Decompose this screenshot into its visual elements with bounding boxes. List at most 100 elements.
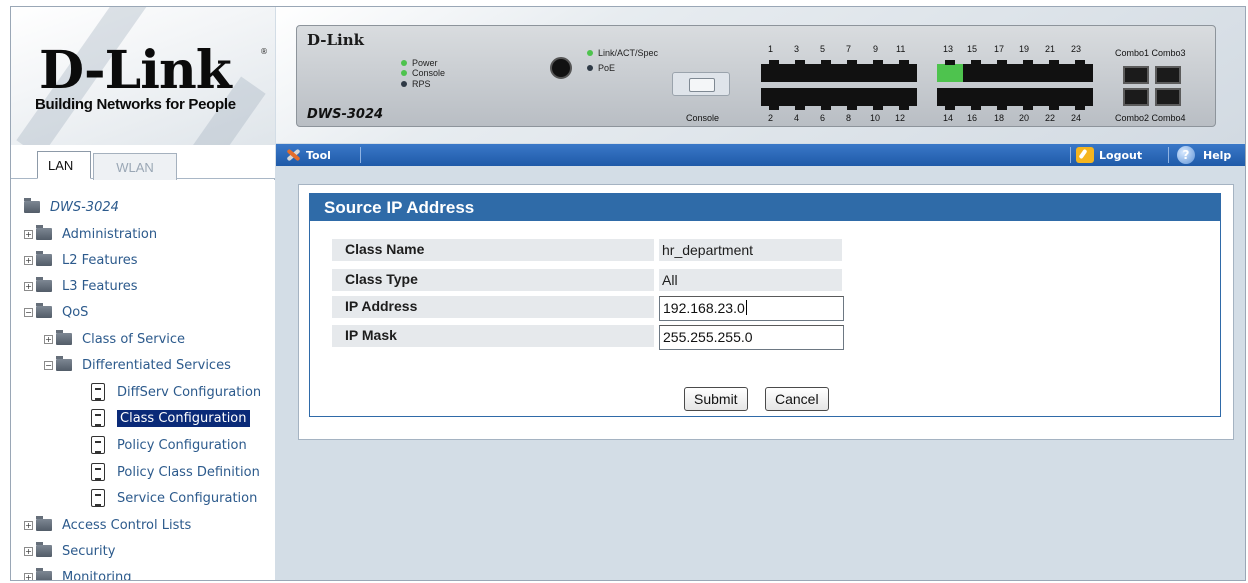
tree-label: Service Configuration [117, 490, 258, 506]
toolbar: Tool Logout ? Help [276, 144, 1245, 166]
port-number: 2 [768, 113, 774, 123]
help-button[interactable]: ? Help [1177, 144, 1231, 166]
led-console: Console [401, 68, 445, 78]
logout-label: Logout [1099, 148, 1143, 162]
ethernet-port-icon [963, 88, 989, 110]
device-image: D-Link DWS-3024 Power Console RPS Link/A… [276, 7, 1245, 143]
combo-port-icon [1155, 66, 1181, 84]
document-icon [91, 489, 105, 507]
collapse-icon[interactable]: − [44, 360, 53, 370]
port-number: 7 [846, 44, 852, 54]
console-port-icon [672, 72, 730, 96]
ip-mask-input[interactable]: 255.255.255.0 [659, 325, 844, 350]
port-number: 16 [967, 113, 978, 123]
app-window: D-Link ® Building Networks for People LA… [10, 6, 1246, 581]
tool-label: Tool [306, 148, 331, 162]
tree-root-label: DWS-3024 [50, 199, 119, 215]
nav-tree: DWS-3024 + Administration + L2 Features … [11, 180, 275, 581]
source-ip-panel: Source IP Address Class Name hr_departme… [298, 184, 1234, 440]
led-link: Link/ACT/Spec [587, 48, 658, 58]
class-name-label: Class Name [332, 239, 654, 261]
folder-open-icon [36, 303, 52, 318]
toolbar-divider [1070, 147, 1071, 163]
led-label: Power [412, 58, 438, 68]
tree-item-service-configuration[interactable]: Service Configuration [91, 485, 257, 511]
expand-icon[interactable]: + [24, 229, 33, 239]
tree-item-l3-features[interactable]: + L3 Features [24, 273, 138, 299]
tree-label: Administration [62, 226, 158, 242]
tree-label: Access Control Lists [62, 517, 192, 533]
led-dot [401, 60, 407, 66]
ip-address-input[interactable]: 192.168.23.0 [659, 296, 844, 321]
submit-button[interactable]: Submit [684, 387, 748, 411]
ethernet-port-icon [1067, 60, 1093, 82]
tree-label: QoS [62, 304, 89, 320]
ethernet-port-icon [989, 88, 1015, 110]
port-number: 21 [1045, 44, 1056, 54]
console-label: Console [686, 113, 720, 123]
main-pane: D-Link DWS-3024 Power Console RPS Link/A… [276, 7, 1245, 580]
help-label: Help [1203, 148, 1232, 162]
tree-item-security[interactable]: + Security [24, 538, 115, 564]
port-number: 19 [1019, 44, 1030, 54]
expand-icon[interactable]: + [24, 255, 33, 265]
expand-icon[interactable]: + [24, 546, 33, 556]
led-label: PoE [598, 63, 616, 73]
expand-icon[interactable]: + [24, 520, 33, 530]
tree-label: Class of Service [82, 331, 186, 347]
folder-icon [36, 568, 52, 580]
expand-icon[interactable]: + [24, 572, 33, 580]
port-number: 4 [794, 113, 800, 123]
tree-root[interactable]: DWS-3024 [24, 194, 119, 220]
tree-item-policy-configuration[interactable]: Policy Configuration [91, 432, 247, 458]
tab-wlan[interactable]: WLAN [93, 153, 177, 181]
tree-item-qos[interactable]: − QoS [24, 299, 88, 325]
panel-logo: D-Link [307, 31, 365, 49]
ethernet-port-icon [839, 60, 865, 82]
document-icon [91, 383, 105, 401]
logout-button[interactable]: Logout [1076, 144, 1142, 166]
port-number: 3 [794, 44, 800, 54]
document-icon [91, 463, 105, 481]
logo-tagline: Building Networks for People [35, 96, 236, 113]
expand-icon[interactable]: + [44, 334, 53, 344]
led-label: RPS [412, 79, 431, 89]
port-number: 12 [895, 113, 906, 123]
tree-item-administration[interactable]: + Administration [24, 221, 157, 247]
tool-icon [284, 147, 302, 163]
tree-item-access-control-lists[interactable]: + Access Control Lists [24, 512, 191, 538]
port-number: 22 [1045, 113, 1056, 123]
ethernet-port-icon [813, 88, 839, 110]
tree-item-diffserv-configuration[interactable]: DiffServ Configuration [91, 379, 261, 405]
tree-item-l2-features[interactable]: + L2 Features [24, 247, 138, 273]
ethernet-port-icon [865, 60, 891, 82]
ethernet-port-icon [813, 60, 839, 82]
tree-label: Monitoring [62, 569, 132, 581]
registered-mark: ® [260, 47, 268, 56]
port-number: 10 [870, 113, 881, 123]
logout-icon [1076, 147, 1094, 163]
folder-icon [36, 225, 52, 240]
tree-item-monitoring[interactable]: + Monitoring [24, 564, 132, 581]
cancel-button[interactable]: Cancel [765, 387, 829, 411]
folder-icon [36, 516, 52, 531]
ip-mask-label: IP Mask [332, 325, 654, 347]
tab-lan[interactable]: LAN [37, 151, 91, 179]
ethernet-port-active-icon [937, 60, 963, 82]
ethernet-port-icon [1041, 60, 1067, 82]
tree-item-policy-class-definition[interactable]: Policy Class Definition [91, 459, 260, 485]
tree-label: DiffServ Configuration [117, 384, 262, 400]
ethernet-port-icon [1067, 88, 1093, 110]
port-number: 24 [1071, 113, 1082, 123]
tree-item-differentiated-services[interactable]: − Differentiated Services [44, 352, 231, 378]
form-box: Source IP Address Class Name hr_departme… [309, 193, 1221, 417]
tree-item-class-configuration[interactable]: Class Configuration [91, 405, 250, 431]
expand-icon[interactable]: + [24, 281, 33, 291]
tool-menu-button[interactable]: Tool [284, 144, 331, 166]
tree-label: Security [62, 543, 116, 559]
folder-open-icon [24, 198, 40, 213]
ethernet-port-icon [787, 60, 813, 82]
tree-item-class-of-service[interactable]: + Class of Service [44, 326, 185, 352]
port-number: 15 [967, 44, 978, 54]
collapse-icon[interactable]: − [24, 307, 33, 317]
